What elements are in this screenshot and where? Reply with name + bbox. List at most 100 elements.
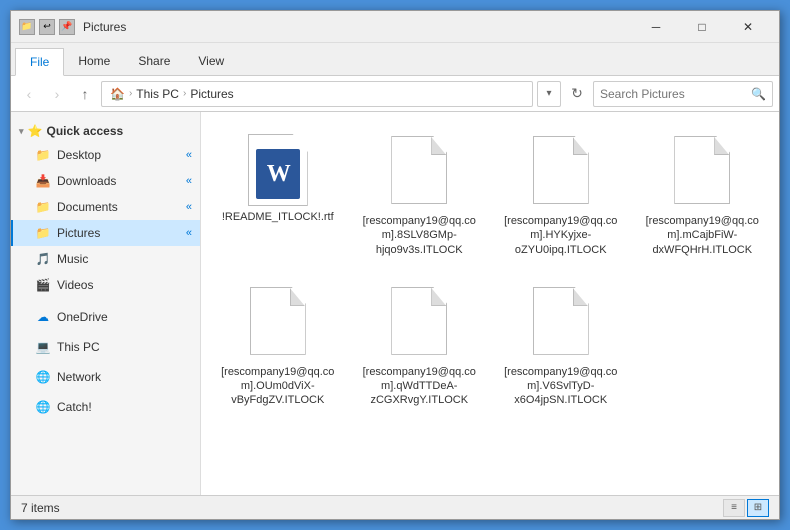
tab-share[interactable]: Share [124,47,184,75]
generic-file-icon-4 [250,287,306,355]
file-item-1[interactable]: [rescompany19@qq.com].8SLV8GMp-hjqo9v3s.… [353,122,487,265]
ribbon-tabs: File Home Share View [11,43,779,75]
item-count: 7 items [21,501,60,515]
address-bar: ‹ › ↑ 🏠 › This PC › Pictures ▾ ↻ 🔍 [11,76,779,112]
quick-access-label: Quick access [46,124,123,138]
generic-file-icon-2 [533,136,589,204]
catch-icon: 🌐 [35,399,51,415]
sidebar-item-desktop[interactable]: 📁 Desktop « [11,142,200,168]
quick-access-icon: 📁 [19,19,35,35]
search-box[interactable]: 🔍 [593,81,773,107]
music-icon: 🎵 [35,251,51,267]
pin-icon-pictures: « [186,227,192,239]
pin-icon-desktop: « [186,149,192,161]
file-item-6[interactable]: [rescompany19@qq.com].V6SvlTyD-x6O4jpSN.… [494,273,628,416]
generic-file-icon-3 [674,136,730,204]
videos-icon: 🎬 [35,277,51,293]
file-icon-container-2 [525,130,597,210]
sidebar-label-music: Music [57,252,88,266]
file-name-readme: !README_ITLOCK!.rtf [222,210,334,224]
breadcrumb-sep1: › [129,88,132,99]
search-icon: 🔍 [751,87,766,101]
file-item-readme[interactable]: W !README_ITLOCK!.rtf [211,122,345,265]
sidebar-item-videos[interactable]: 🎬 Videos [11,272,200,298]
quick-access-chevron: ▾ [19,126,24,137]
file-name-3: [rescompany19@qq.com].mCajbFiW-dxWFQHrH.… [642,214,762,257]
quick-access-header[interactable]: ▾ ⭐ Quick access [11,120,200,142]
sidebar-label-catch: Catch! [57,400,92,414]
thispc-icon: 💻 [35,339,51,355]
breadcrumb-pictures[interactable]: Pictures [190,87,233,101]
file-item-5[interactable]: [rescompany19@qq.com].qWdTTDeA-zCGXRvgY.… [353,273,487,416]
sidebar-label-network: Network [57,370,101,384]
desktop-icon: 📁 [35,147,51,163]
sidebar-label-videos: Videos [57,278,93,292]
file-icon-container-4 [242,281,314,361]
tab-view[interactable]: View [184,47,238,75]
tab-home[interactable]: Home [64,47,124,75]
generic-file-icon-6 [533,287,589,355]
downloads-icon: 📥 [35,173,51,189]
undo-icon[interactable]: ↩ [39,19,55,35]
documents-icon: 📁 [35,199,51,215]
sidebar-label-downloads: Downloads [57,174,116,188]
close-button[interactable]: ✕ [725,11,771,43]
sidebar-label-desktop: Desktop [57,148,101,162]
breadcrumb-thispc[interactable]: This PC [136,87,179,101]
refresh-button[interactable]: ↻ [565,82,589,106]
file-icon-container-1 [383,130,455,210]
maximize-button[interactable]: □ [679,11,725,43]
generic-file-icon-1 [391,136,447,204]
sidebar-item-pictures[interactable]: 📁 Pictures « [11,220,200,246]
sidebar-item-catch[interactable]: 🌐 Catch! [11,394,200,420]
sidebar-item-music[interactable]: 🎵 Music [11,246,200,272]
sidebar-item-documents[interactable]: 📁 Documents « [11,194,200,220]
sidebar-item-thispc[interactable]: 💻 This PC [11,334,200,360]
grid-view-button[interactable]: ⊞ [747,499,769,517]
word-letter: W [267,161,289,188]
sidebar-item-onedrive[interactable]: ☁ OneDrive [11,304,200,330]
file-explorer-window: 📁 ↩ 📌 Pictures ─ □ ✕ File Home Share Vie… [10,10,780,520]
pin-icon-downloads: « [186,175,192,187]
status-bar: 7 items ≡ ⊞ [11,495,779,519]
file-item-3[interactable]: [rescompany19@qq.com].mCajbFiW-dxWFQHrH.… [636,122,770,265]
back-button[interactable]: ‹ [17,82,41,106]
file-item-4[interactable]: [rescompany19@qq.com].OUm0dViX-vByFdgZV.… [211,273,345,416]
window-title: Pictures [83,20,633,34]
search-input[interactable] [600,87,747,101]
minimize-button[interactable]: ─ [633,11,679,43]
pictures-icon: 📁 [35,225,51,241]
file-grid: W !README_ITLOCK!.rtf [rescompany19@qq.c… [201,112,779,495]
sidebar-label-documents: Documents [57,200,118,214]
sidebar-item-network[interactable]: 🌐 Network [11,364,200,390]
list-view-button[interactable]: ≡ [723,499,745,517]
forward-button[interactable]: › [45,82,69,106]
title-bar: 📁 ↩ 📌 Pictures ─ □ ✕ [11,11,779,43]
file-icon-readme: W [242,130,314,210]
sidebar-item-downloads[interactable]: 📥 Downloads « [11,168,200,194]
quick-access-icon: ⭐ [28,124,43,138]
sidebar-label-pictures: Pictures [57,226,100,240]
generic-file-icon-5 [391,287,447,355]
file-name-4: [rescompany19@qq.com].OUm0dViX-vByFdgZV.… [218,365,338,408]
file-item-2[interactable]: [rescompany19@qq.com].HYKyjxe-oZYU0ipq.I… [494,122,628,265]
pin-icon[interactable]: 📌 [59,19,75,35]
word-inner: W [256,149,300,199]
tab-file[interactable]: File [15,48,64,76]
sidebar: ▾ ⭐ Quick access 📁 Desktop « 📥 Downloads… [11,112,201,495]
sidebar-label-onedrive: OneDrive [57,310,108,324]
onedrive-icon: ☁ [35,309,51,325]
file-name-6: [rescompany19@qq.com].V6SvlTyD-x6O4jpSN.… [501,365,621,408]
file-name-2: [rescompany19@qq.com].HYKyjxe-oZYU0ipq.I… [501,214,621,257]
address-chevron[interactable]: ▾ [537,81,561,107]
file-name-5: [rescompany19@qq.com].qWdTTDeA-zCGXRvgY.… [359,365,479,408]
breadcrumb[interactable]: 🏠 › This PC › Pictures [101,81,533,107]
file-icon-container-3 [666,130,738,210]
title-bar-icons: 📁 ↩ 📌 [19,19,75,35]
ribbon: File Home Share View [11,43,779,76]
breadcrumb-sep2: › [183,88,186,99]
network-icon: 🌐 [35,369,51,385]
sidebar-label-thispc: This PC [57,340,100,354]
up-button[interactable]: ↑ [73,82,97,106]
pin-icon-documents: « [186,201,192,213]
